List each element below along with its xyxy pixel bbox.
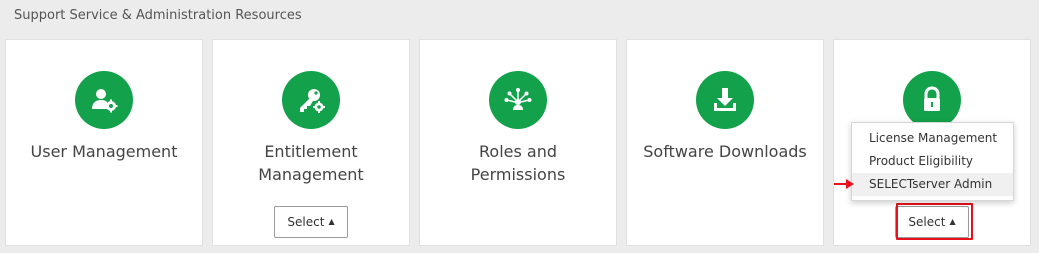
download-icon bbox=[696, 71, 754, 129]
dropdown-item-selectserver-admin[interactable]: SELECTserver Admin bbox=[852, 173, 1013, 196]
key-gear-icon bbox=[282, 71, 340, 129]
highlight-box bbox=[896, 203, 973, 240]
dropdown-item-license-management[interactable]: License Management bbox=[852, 127, 1013, 150]
pointer-arrow-icon bbox=[834, 179, 854, 189]
card-label: Software Downloads bbox=[643, 142, 807, 161]
entitlement-select-button[interactable]: Select ▲ bbox=[274, 206, 348, 238]
user-gear-icon bbox=[75, 71, 133, 129]
network-people-icon bbox=[489, 71, 547, 129]
card-user-management[interactable]: User Management bbox=[5, 39, 203, 246]
select-dropdown-menu: License Management Product Eligibility S… bbox=[851, 122, 1014, 201]
card-software-downloads[interactable]: Software Downloads bbox=[626, 39, 824, 246]
select-label: Select bbox=[287, 215, 325, 229]
card-label: Roles and Permissions bbox=[470, 142, 566, 184]
caret-up-icon: ▲ bbox=[328, 217, 335, 226]
section-title: Support Service & Administration Resourc… bbox=[14, 8, 302, 23]
card-roles-permissions[interactable]: Roles and Permissions bbox=[419, 39, 617, 246]
dropdown-item-product-eligibility[interactable]: Product Eligibility bbox=[852, 150, 1013, 173]
card-entitlement-management[interactable]: Entitlement Management Select ▲ bbox=[212, 39, 410, 246]
card-label: Entitlement Management bbox=[258, 142, 364, 184]
card-label: User Management bbox=[30, 142, 178, 161]
lock-icon bbox=[903, 71, 961, 129]
